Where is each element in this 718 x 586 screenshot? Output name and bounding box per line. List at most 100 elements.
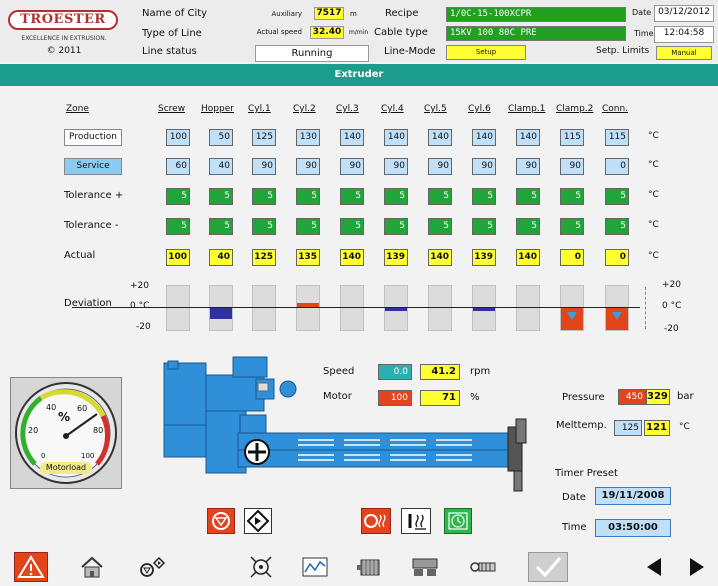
deviation-cell [605,285,629,331]
melttemp-label: Melttemp. [556,420,607,431]
tolerance-minus-cell[interactable]: 5 [516,218,540,235]
actual-cell: 139 [472,249,496,266]
motor-page-button[interactable] [353,552,387,582]
motor-label: Motor [323,391,352,402]
timer-button[interactable] [444,508,472,534]
actual-speed-label: Actual speed [256,28,302,36]
next-page-button[interactable] [680,552,714,582]
line-mode-label: Line-Mode [384,46,436,57]
timer-time-field[interactable]: 03:50:00 [595,519,671,537]
tolerance-minus-cell[interactable]: 5 [166,218,190,235]
tolerance-minus-cell[interactable]: 5 [428,218,452,235]
tolerance-plus-cell[interactable]: 5 [296,188,320,205]
tools-button[interactable] [244,552,278,582]
tolerance-minus-cell[interactable]: 5 [472,218,496,235]
heating-on-button[interactable] [401,508,431,534]
troester-logo: TROESTER [8,10,118,30]
production-cell[interactable]: 115 [605,129,629,146]
service-cell[interactable]: 90 [340,158,364,175]
stop-start-overview-button[interactable] [135,552,169,582]
deviation-cell [296,285,320,331]
logo-tagline: EXCELLENCE IN EXTRUSION. [21,35,107,42]
motorload-label: Motorload [40,462,92,474]
service-cell[interactable]: 40 [209,158,233,175]
timer-date-field[interactable]: 19/11/2008 [595,487,671,505]
stop-circle-icon [212,512,230,530]
cooling-page-button[interactable] [408,552,442,582]
stop-start-icon [140,556,166,577]
cable-type-field[interactable]: 15KV 100 80C PRE [446,26,626,41]
tolerance-minus-cell[interactable]: 5 [252,218,276,235]
heating-off-button[interactable] [361,508,391,534]
production-cell[interactable]: 140 [340,129,364,146]
actual-cell: 140 [516,249,540,266]
date-label: Date [632,8,652,17]
tolerance-plus-label: Tolerance + [64,190,124,201]
service-button[interactable]: Service [64,158,122,175]
service-cell[interactable]: 90 [560,158,584,175]
tolerance-plus-cell[interactable]: 5 [166,188,190,205]
tolerance-minus-cell[interactable]: 5 [209,218,233,235]
extruder-stop-button[interactable] [207,508,235,534]
tolerance-plus-cell[interactable]: 5 [384,188,408,205]
service-cell[interactable]: 90 [252,158,276,175]
tolerance-minus-cell[interactable]: 5 [340,218,364,235]
auxiliary-unit: m [350,10,357,18]
alarm-button[interactable] [14,552,48,582]
tolerance-plus-cell[interactable]: 5 [340,188,364,205]
actual-cell: 100 [166,249,190,266]
tolerance-plus-cell[interactable]: 5 [428,188,452,205]
motor-setpoint[interactable]: 100 [378,390,412,406]
production-cell[interactable]: 130 [296,129,320,146]
production-cell[interactable]: 140 [472,129,496,146]
service-cell[interactable]: 90 [428,158,452,175]
zone-column-header: Cyl.2 [293,104,316,114]
service-cell[interactable]: 60 [166,158,190,175]
tolerance-plus-cell[interactable]: 5 [209,188,233,205]
timer-preset-label: Timer Preset [555,468,618,479]
production-button[interactable]: Production [64,129,122,146]
actual-speed-unit: m/min [349,29,369,36]
production-cell[interactable]: 125 [252,129,276,146]
tolerance-plus-cell[interactable]: 5 [560,188,584,205]
setup-button[interactable]: Setup [446,45,526,60]
pressure-unit: bar [677,391,694,402]
tolerance-plus-cell[interactable]: 5 [516,188,540,205]
confirm-button[interactable] [528,552,568,582]
production-cell[interactable]: 50 [209,129,233,146]
service-cell[interactable]: 90 [516,158,540,175]
production-cell[interactable]: 115 [560,129,584,146]
deviation-bar [210,308,232,319]
tolerance-plus-cell[interactable]: 5 [252,188,276,205]
trend-button[interactable] [298,552,332,582]
extruder-start-button[interactable] [244,508,272,534]
previous-page-button[interactable] [637,552,671,582]
recipe-field[interactable]: 1/0C-15-100XCPR [446,7,626,22]
manual-button[interactable]: Manual [656,46,712,60]
tolerance-plus-cell[interactable]: 5 [605,188,629,205]
deviation-cell [428,285,452,331]
extruder-page-button[interactable] [466,552,500,582]
tolerance-minus-cell[interactable]: 5 [384,218,408,235]
tolerance-plus-cell[interactable]: 5 [472,188,496,205]
deviation-cell [384,285,408,331]
melttemp-setpoint[interactable]: 125 [614,420,642,436]
service-cell[interactable]: 90 [384,158,408,175]
tolerance-minus-cell[interactable]: 5 [605,218,629,235]
production-cell[interactable]: 140 [516,129,540,146]
melttemp-unit: °C [679,422,690,432]
production-cell[interactable]: 140 [384,129,408,146]
gauge-tick-80: 80 [93,426,104,435]
service-cell[interactable]: 90 [472,158,496,175]
home-button[interactable] [75,552,109,582]
tolerance-minus-cell[interactable]: 5 [560,218,584,235]
tolerance-minus-cell[interactable]: 5 [296,218,320,235]
service-cell[interactable]: 0 [605,158,629,175]
speed-setpoint[interactable]: 0.0 [378,364,412,380]
service-cell[interactable]: 90 [296,158,320,175]
production-cell[interactable]: 100 [166,129,190,146]
zone-column-header: Cyl.6 [468,104,491,114]
zone-column-header: Clamp.2 [556,104,594,114]
production-cell[interactable]: 140 [428,129,452,146]
pressure-setpoint[interactable]: 450 [618,389,646,405]
